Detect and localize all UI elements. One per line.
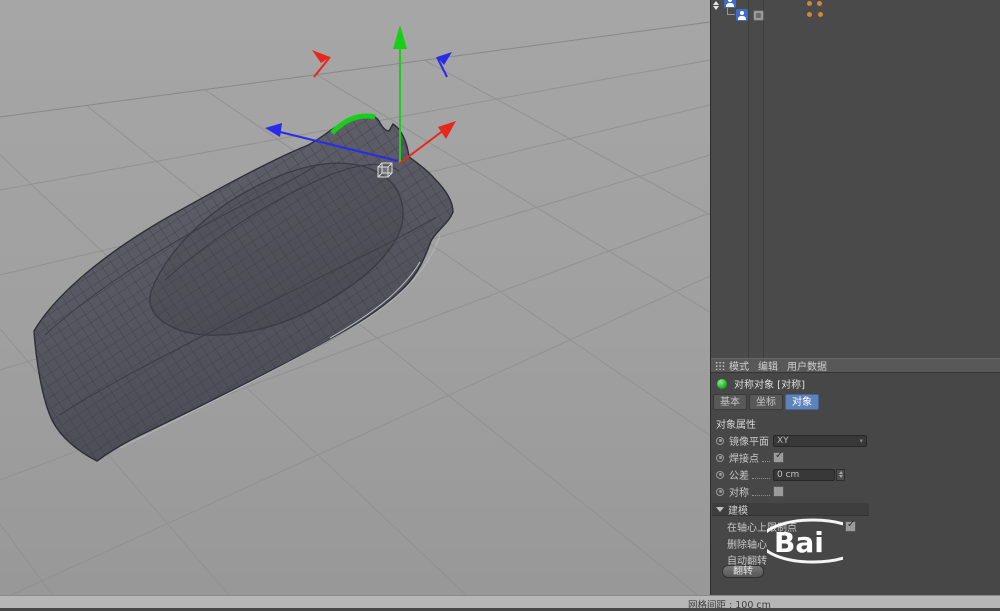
character-object-icon[interactable] (724, 0, 736, 8)
visibility-dot[interactable] (817, 1, 822, 6)
panel-grip-icon[interactable] (715, 361, 725, 370)
flip-button[interactable]: 翻转 (722, 565, 764, 578)
dot-leader (752, 488, 770, 496)
grid-spacing-label: 网格间距 : 100 cm (688, 597, 771, 611)
tab-basic[interactable]: 基本 (713, 394, 747, 410)
object-title: 对称对象 [对称] (734, 376, 805, 391)
sort-arrows-icon[interactable] (713, 1, 719, 10)
om-column-separator (748, 0, 749, 358)
prop-row-delete-axis: 删除轴心 (711, 536, 861, 551)
menu-mode[interactable]: 模式 (729, 358, 749, 373)
prop-row-weld-points: 焊接点 (711, 450, 871, 465)
symmetry-checkbox[interactable] (773, 486, 784, 497)
prop-label: 在轴心上限制点 (727, 519, 797, 534)
mirror-plane-dropdown[interactable]: XY ▾ (773, 435, 867, 447)
am-tabs: 基本 坐标 对象 (713, 394, 821, 410)
tag-icon[interactable] (753, 10, 764, 21)
object-manager (711, 0, 1000, 358)
am-menubar: 模式 编辑 用户数据 (711, 358, 1000, 373)
prop-label: 镜像平面 (729, 433, 769, 448)
menu-edit[interactable]: 编辑 (758, 358, 778, 373)
object-title-row: 对称对象 [对称] (711, 376, 1000, 391)
section-title: 对象属性 (716, 416, 756, 431)
axis-y-arrowhead[interactable] (393, 25, 407, 49)
axis-x-arrowhead[interactable] (438, 121, 456, 139)
axis-z-flag (437, 52, 452, 77)
prop-label: 对称 (729, 484, 749, 499)
prop-label: 删除轴心 (727, 536, 767, 551)
visibility-dot[interactable] (807, 1, 812, 6)
axis-z-arrowhead[interactable] (265, 123, 282, 137)
c4d-window: 模式 编辑 用户数据 对称对象 [对称] 基本 坐标 对象 对象属性 镜像平面 … (0, 0, 1000, 608)
prop-label: 焊接点 (729, 450, 759, 465)
menu-user-data[interactable]: 用户数据 (787, 358, 827, 373)
viewport[interactable] (0, 0, 710, 595)
statusbar: 网格间距 : 100 cm (0, 595, 1000, 608)
hierarchy-connector (727, 8, 735, 15)
prop-row-tolerance: 公差 0 cm (711, 467, 871, 482)
collapse-triangle-icon (716, 507, 724, 512)
chevron-down-icon: ▾ (859, 437, 863, 445)
modeling-group-header[interactable]: 建模 (712, 503, 869, 516)
tab-coordinates[interactable]: 坐标 (749, 394, 783, 410)
prop-label: 公差 (729, 467, 749, 482)
symmetry-object-icon (717, 379, 727, 389)
prop-row-symmetry: 对称 (711, 484, 871, 499)
tab-object[interactable]: 对象 (785, 394, 819, 410)
dot-leader (752, 471, 770, 479)
visibility-dot[interactable] (818, 12, 823, 17)
weld-points-checkbox[interactable] (773, 452, 784, 463)
visibility-dot[interactable] (807, 12, 812, 17)
om-column-separator (763, 0, 764, 358)
keyframe-dot-icon[interactable] (716, 454, 724, 462)
keyframe-dot-icon[interactable] (716, 488, 724, 496)
character-object-icon[interactable] (736, 9, 748, 21)
prop-row-clamp-points: 在轴心上限制点 (711, 519, 861, 534)
keyframe-dot-icon[interactable] (716, 437, 724, 445)
object-axis-cube[interactable] (378, 163, 392, 177)
group-label: 建模 (728, 502, 748, 517)
tolerance-stepper[interactable] (836, 469, 845, 481)
keyframe-dot-icon[interactable] (716, 471, 724, 479)
viewport-canvas (0, 0, 710, 595)
right-panel: 模式 编辑 用户数据 对称对象 [对称] 基本 坐标 对象 对象属性 镜像平面 … (710, 0, 1000, 595)
tolerance-input[interactable]: 0 cm (773, 469, 835, 481)
dropdown-value: XY (777, 436, 789, 446)
prop-row-mirror-plane: 镜像平面 XY ▾ (711, 433, 871, 448)
clamp-points-checkbox[interactable] (845, 521, 856, 532)
dot-leader (762, 454, 770, 462)
